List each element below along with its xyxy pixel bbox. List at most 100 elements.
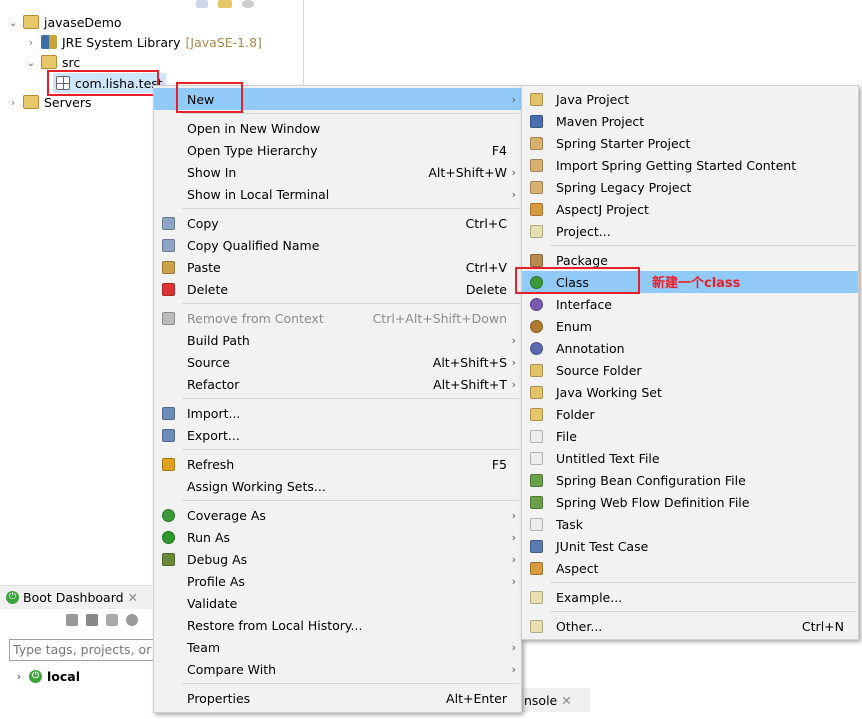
import-icon	[160, 405, 176, 421]
menu-item-show-in-local-terminal[interactable]: Show in Local Terminal ›	[154, 183, 521, 205]
menu-item-shortcut: Ctrl+C	[465, 215, 507, 231]
menu-item-team[interactable]: Team ›	[154, 636, 521, 658]
tab-console[interactable]: nsole ✕	[520, 688, 590, 712]
menu-item-label: Untitled Text File	[556, 450, 660, 466]
tab-boot-dashboard[interactable]: ⏻ Boot Dashboard ✕	[0, 585, 152, 609]
menu-item-refresh[interactable]: Refresh F5	[154, 453, 521, 475]
menu-item-delete[interactable]: Delete Delete	[154, 278, 521, 300]
collapse-all-icon[interactable]	[196, 0, 208, 8]
tree-item-servers[interactable]: › Servers	[8, 92, 92, 112]
menu-item-java-working-set[interactable]: Java Working Set	[522, 381, 858, 403]
copy-icon	[160, 215, 176, 231]
menu-item-annotation[interactable]: Annotation	[522, 337, 858, 359]
menu-item-label: Open Type Hierarchy	[187, 142, 318, 158]
menu-item-shortcut: F4	[491, 142, 507, 158]
chevron-right-icon: ›	[511, 508, 516, 522]
menu-item-label: Package	[556, 252, 608, 268]
menu-item-source-folder[interactable]: Source Folder	[522, 359, 858, 381]
library-icon	[41, 35, 57, 49]
tree-item-jre[interactable]: › JRE System Library [JavaSE-1.8]	[26, 32, 262, 52]
menu-item-source[interactable]: Source Alt+Shift+S ›	[154, 351, 521, 373]
menu-item-label: Properties	[187, 690, 251, 706]
start-icon[interactable]	[66, 614, 78, 626]
menu-item-junit-test-case[interactable]: JUnit Test Case	[522, 535, 858, 557]
chevron-right-icon[interactable]: ›	[8, 96, 18, 109]
open-browser-icon[interactable]	[126, 614, 138, 626]
menu-item-spring-web-flow-definition-file[interactable]: Spring Web Flow Definition File	[522, 491, 858, 513]
chevron-right-icon: ›	[511, 165, 516, 179]
menu-item-paste[interactable]: Paste Ctrl+V	[154, 256, 521, 278]
menu-item-label: Restore from Local History...	[187, 617, 363, 633]
menu-item-interface[interactable]: Interface	[522, 293, 858, 315]
menu-item-enum[interactable]: Enum	[522, 315, 858, 337]
menu-item-spring-starter-project[interactable]: Spring Starter Project	[522, 132, 858, 154]
menu-item-example[interactable]: Example...	[522, 586, 858, 608]
menu-item-label: Spring Starter Project	[556, 135, 691, 151]
menu-item-debug-as[interactable]: Debug As ›	[154, 548, 521, 570]
menu-item-assign-working-sets[interactable]: Assign Working Sets...	[154, 475, 521, 497]
menu-item-label: Show In	[187, 164, 237, 180]
menu-item-shortcut: Alt+Shift+T	[433, 376, 507, 392]
menu-item-label: Java Project	[556, 91, 630, 107]
menu-item-label: Open in New Window	[187, 120, 321, 136]
menu-item-refactor[interactable]: Refactor Alt+Shift+T ›	[154, 373, 521, 395]
menu-item-label: Project...	[556, 223, 611, 239]
menu-item-show-in[interactable]: Show In Alt+Shift+W ›	[154, 161, 521, 183]
tree-item-local[interactable]: › ⏻ local	[14, 666, 80, 686]
menu-item-export[interactable]: Export...	[154, 424, 521, 446]
tree-item-src[interactable]: ⌄ src	[26, 52, 80, 72]
menu-item-validate[interactable]: Validate	[154, 592, 521, 614]
menu-item-untitled-text-file[interactable]: Untitled Text File	[522, 447, 858, 469]
dashboard-search-input[interactable]: Type tags, projects, or working set name…	[9, 639, 159, 661]
chevron-right-icon[interactable]: ›	[14, 670, 24, 683]
project-icon	[528, 223, 544, 239]
menu-item-run-as[interactable]: Run As ›	[154, 526, 521, 548]
menu-item-import-spring-getting-started-content[interactable]: Import Spring Getting Started Content	[522, 154, 858, 176]
chevron-down-icon[interactable]: ⌄	[26, 56, 36, 69]
menu-item-java-project[interactable]: Java Project	[522, 88, 858, 110]
menu-item-aspect[interactable]: Aspect	[522, 557, 858, 579]
tree-item-project[interactable]: ⌄ javaseDemo	[8, 12, 122, 32]
menu-item-copy-qualified-name[interactable]: Copy Qualified Name	[154, 234, 521, 256]
menu-item-task[interactable]: Task	[522, 513, 858, 535]
menu-item-copy[interactable]: Copy Ctrl+C	[154, 212, 521, 234]
menu-item-label: Java Working Set	[556, 384, 662, 400]
menu-item-properties[interactable]: Properties Alt+Enter	[154, 687, 521, 709]
menu-item-coverage-as[interactable]: Coverage As ›	[154, 504, 521, 526]
chevron-right-icon: ›	[511, 377, 516, 391]
chevron-right-icon: ›	[511, 640, 516, 654]
menu-item-spring-bean-configuration-file[interactable]: Spring Bean Configuration File	[522, 469, 858, 491]
menu-item-folder[interactable]: Folder	[522, 403, 858, 425]
menu-separator	[154, 680, 521, 687]
debug-icon[interactable]	[86, 614, 98, 626]
menu-item-maven-project[interactable]: Maven Project	[522, 110, 858, 132]
menu-item-label: Refactor	[187, 376, 240, 392]
servers-label: Servers	[44, 94, 92, 110]
view-menu-icon[interactable]	[242, 0, 254, 8]
spring-boot-icon: ⏻	[6, 591, 19, 604]
menu-item-open-type-hierarchy[interactable]: Open Type Hierarchy F4	[154, 139, 521, 161]
menu-item-other[interactable]: Other... Ctrl+N	[522, 615, 858, 637]
chevron-right-icon: ›	[511, 92, 516, 106]
project-label: javaseDemo	[44, 14, 122, 30]
menu-item-spring-legacy-project[interactable]: Spring Legacy Project	[522, 176, 858, 198]
close-icon[interactable]: ✕	[128, 590, 138, 605]
console-tab-label: nsole	[524, 693, 558, 708]
menu-item-build-path[interactable]: Build Path ›	[154, 329, 521, 351]
menu-item-file[interactable]: File	[522, 425, 858, 447]
aspectj-project-icon	[528, 201, 544, 217]
menu-item-project[interactable]: Project...	[522, 220, 858, 242]
menu-item-open-in-new-window[interactable]: Open in New Window	[154, 117, 521, 139]
chevron-down-icon[interactable]: ⌄	[8, 16, 18, 29]
menu-item-profile-as[interactable]: Profile As ›	[154, 570, 521, 592]
menu-item-restore-from-local-history[interactable]: Restore from Local History...	[154, 614, 521, 636]
chevron-right-icon[interactable]: ›	[26, 36, 36, 49]
menu-item-import[interactable]: Import...	[154, 402, 521, 424]
menu-item-label: AspectJ Project	[556, 201, 649, 217]
link-editor-icon[interactable]	[218, 0, 232, 8]
menu-item-shortcut: Ctrl+V	[465, 259, 507, 275]
menu-item-compare-with[interactable]: Compare With ›	[154, 658, 521, 680]
close-icon[interactable]: ✕	[561, 693, 571, 708]
stop-icon[interactable]	[106, 614, 118, 626]
menu-item-aspectj-project[interactable]: AspectJ Project	[522, 198, 858, 220]
